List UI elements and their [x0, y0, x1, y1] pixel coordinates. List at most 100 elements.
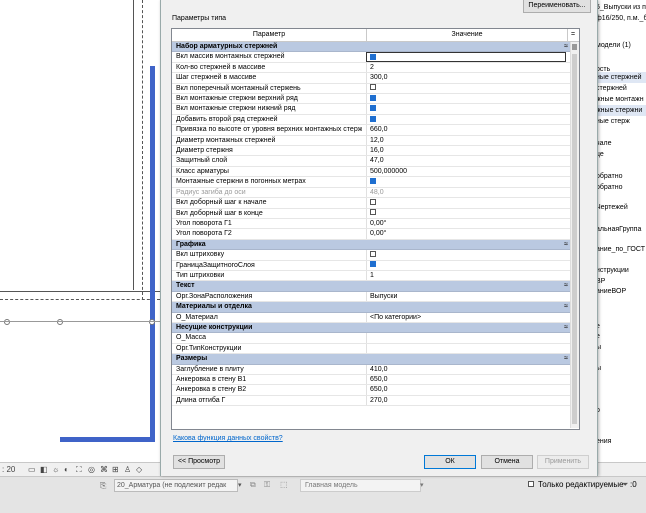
collapse-icon[interactable]: ≈ — [564, 354, 568, 364]
property-item[interactable]: жные стержни — [596, 105, 646, 116]
checkbox-checked-icon[interactable] — [370, 261, 376, 268]
parameter-row[interactable]: Вкл поперечный монтажный стержень — [172, 83, 571, 95]
parameter-row[interactable]: Диаметр монтажных стержней 12,0 — [172, 135, 571, 147]
parameter-checkbox[interactable] — [366, 104, 566, 114]
parameter-row[interactable]: О_Материал <По категории> — [172, 312, 571, 323]
parameter-value[interactable]: 300,0 — [366, 73, 566, 83]
detail-level-icon[interactable]: ▭ — [28, 465, 36, 474]
parameter-row[interactable]: Вкл доборный шаг к начале — [172, 198, 571, 209]
editable-only-checkbox[interactable] — [528, 480, 534, 489]
column-header-value[interactable]: Значение — [367, 29, 568, 41]
parameter-checkbox[interactable] — [366, 94, 566, 104]
preview-button[interactable]: << Просмотр — [173, 455, 225, 469]
drawing-canvas[interactable] — [0, 0, 160, 462]
parameter-row[interactable]: О_Масса — [172, 333, 571, 344]
parameter-row[interactable]: Кол-во стержней в массиве 2 — [172, 62, 571, 74]
chevron-down-icon[interactable]: ▾ — [238, 481, 242, 489]
collapse-icon[interactable]: ≈ — [564, 323, 568, 333]
collapse-icon[interactable]: ≈ — [564, 302, 568, 312]
property-item[interactable]: ание_по_ГОСТ — [596, 244, 646, 255]
property-item[interactable]: нструкции — [596, 265, 646, 276]
parameter-row[interactable]: Вкл массив монтажных стержней — [172, 52, 571, 63]
parameter-value[interactable]: 12,0 — [366, 135, 566, 146]
section-header[interactable]: Несущие конструкции ≈ — [172, 322, 571, 334]
parameter-checkbox[interactable] — [366, 83, 566, 94]
lock-icon[interactable]: ⚿ — [264, 480, 270, 490]
property-item[interactable]: ф16/250, п.м._б — [596, 13, 646, 24]
checkbox-checked-icon[interactable] — [370, 177, 376, 184]
property-item[interactable]: ные стержней — [596, 72, 646, 83]
checkbox-checked-icon[interactable] — [370, 94, 376, 101]
highlight-icon[interactable]: ◇ — [136, 465, 142, 474]
property-item[interactable]: ные стерж — [596, 116, 646, 127]
property-item[interactable]: обратно — [596, 182, 646, 193]
property-item[interactable]: аниеВОР — [596, 286, 646, 297]
parameter-checkbox[interactable] — [366, 114, 566, 125]
column-header-formula[interactable]: = — [568, 29, 578, 41]
parameter-checkbox[interactable] — [366, 52, 566, 62]
chevron-down-icon[interactable]: ▾ — [420, 481, 424, 489]
section-header[interactable]: Набор арматурных стержней ≈ — [172, 42, 571, 53]
crop-icon[interactable]: ⛶ — [76, 465, 82, 475]
parameter-value[interactable]: 2 — [366, 62, 566, 73]
parameter-value[interactable]: 0,00° — [366, 229, 566, 239]
grip-handle[interactable] — [57, 319, 63, 325]
parameter-checkbox[interactable] — [366, 177, 566, 187]
parameter-row[interactable]: Защитный слой 47,0 — [172, 156, 571, 167]
reveal-hidden-icon[interactable]: ◎ — [88, 465, 95, 474]
workset-dropdown[interactable]: 20_Арматура (не подлежит редак — [114, 479, 238, 492]
parameter-value[interactable]: 48,0 — [366, 187, 566, 198]
property-item[interactable]: модели (1) — [596, 40, 646, 51]
property-item[interactable]: жные монтажн — [596, 94, 646, 105]
vertical-scrollbar[interactable] — [570, 42, 579, 428]
visual-style-icon[interactable]: ◧ — [40, 465, 48, 474]
ok-button[interactable]: ОК — [424, 455, 476, 469]
parameter-checkbox[interactable] — [366, 250, 566, 260]
parameter-checkbox[interactable] — [366, 260, 566, 270]
property-item[interactable]: 5_Выпуски из п — [596, 2, 646, 13]
parameter-value[interactable]: 500,000000 — [366, 166, 566, 177]
property-item[interactable]: альнаяГруппа — [596, 224, 646, 235]
checkbox-checked-icon[interactable] — [370, 115, 376, 122]
property-item[interactable]: Чертежей — [596, 202, 646, 213]
design-option-dropdown[interactable]: Главная модель — [300, 479, 421, 492]
parameter-value[interactable]: 650,0 — [366, 375, 566, 385]
checkbox-checked-icon[interactable] — [370, 105, 376, 112]
analytical-icon[interactable]: ⊞ — [112, 465, 119, 474]
property-item[interactable]: обратно — [596, 171, 646, 182]
parameter-row[interactable]: Диаметр стержня 16,0 — [172, 146, 571, 157]
parameter-row[interactable]: Тип штриховки 1 — [172, 270, 571, 282]
parameter-row[interactable]: Вкл доборный шаг в конце — [172, 208, 571, 219]
parameter-checkbox[interactable] — [366, 198, 566, 208]
section-header[interactable]: Материалы и отделка ≈ — [172, 302, 571, 313]
property-item[interactable]: ы — [596, 363, 646, 374]
parameter-row[interactable]: Орг.ТипКонструкции — [172, 343, 571, 355]
parameter-row[interactable]: Добавить второй ряд стержней — [172, 114, 571, 126]
parameter-value[interactable]: 660,0 — [366, 125, 566, 135]
parameter-checkbox[interactable] — [366, 208, 566, 218]
property-item[interactable]: це — [596, 149, 646, 160]
parameter-row[interactable]: Вкл штриховку — [172, 250, 571, 261]
column-header-parameter[interactable]: Параметр — [172, 29, 367, 41]
temporary-hide-icon[interactable]: ⌘ — [100, 465, 108, 474]
parameter-value[interactable]: 650,0 — [366, 385, 566, 395]
parameter-value[interactable]: 1 — [366, 270, 566, 281]
parameter-row[interactable]: Заглубление в плиту 410,0 — [172, 364, 571, 375]
parameter-value[interactable]: 0,00° — [366, 218, 566, 229]
parameter-row[interactable]: Монтажные стержни в погонных метрах — [172, 177, 571, 188]
grip-handle[interactable] — [149, 319, 155, 325]
parameter-row[interactable]: Вкл монтажные стержни верхний ряд — [172, 94, 571, 105]
cancel-button[interactable]: Отмена — [481, 455, 533, 469]
scrollbar-thumb[interactable] — [572, 54, 577, 424]
parameter-value[interactable] — [366, 333, 566, 343]
parameter-row[interactable]: Угол поворота Г2 0,00° — [172, 229, 571, 240]
property-item[interactable]: е — [596, 331, 646, 342]
scale-label[interactable]: : 20 — [2, 465, 15, 474]
checkbox-checked-icon[interactable] — [370, 54, 376, 61]
parameter-row[interactable]: Вкл монтажные стержни нижний ряд — [172, 104, 571, 115]
rename-button[interactable]: Переименовать... — [523, 0, 591, 13]
section-header[interactable]: Графика ≈ — [172, 239, 571, 251]
parameter-row[interactable]: Привязка по высоте от уровня верхних мон… — [172, 125, 571, 136]
parameter-row[interactable]: Шаг стержней в массиве 300,0 — [172, 73, 571, 84]
parameter-value[interactable]: 16,0 — [366, 146, 566, 156]
